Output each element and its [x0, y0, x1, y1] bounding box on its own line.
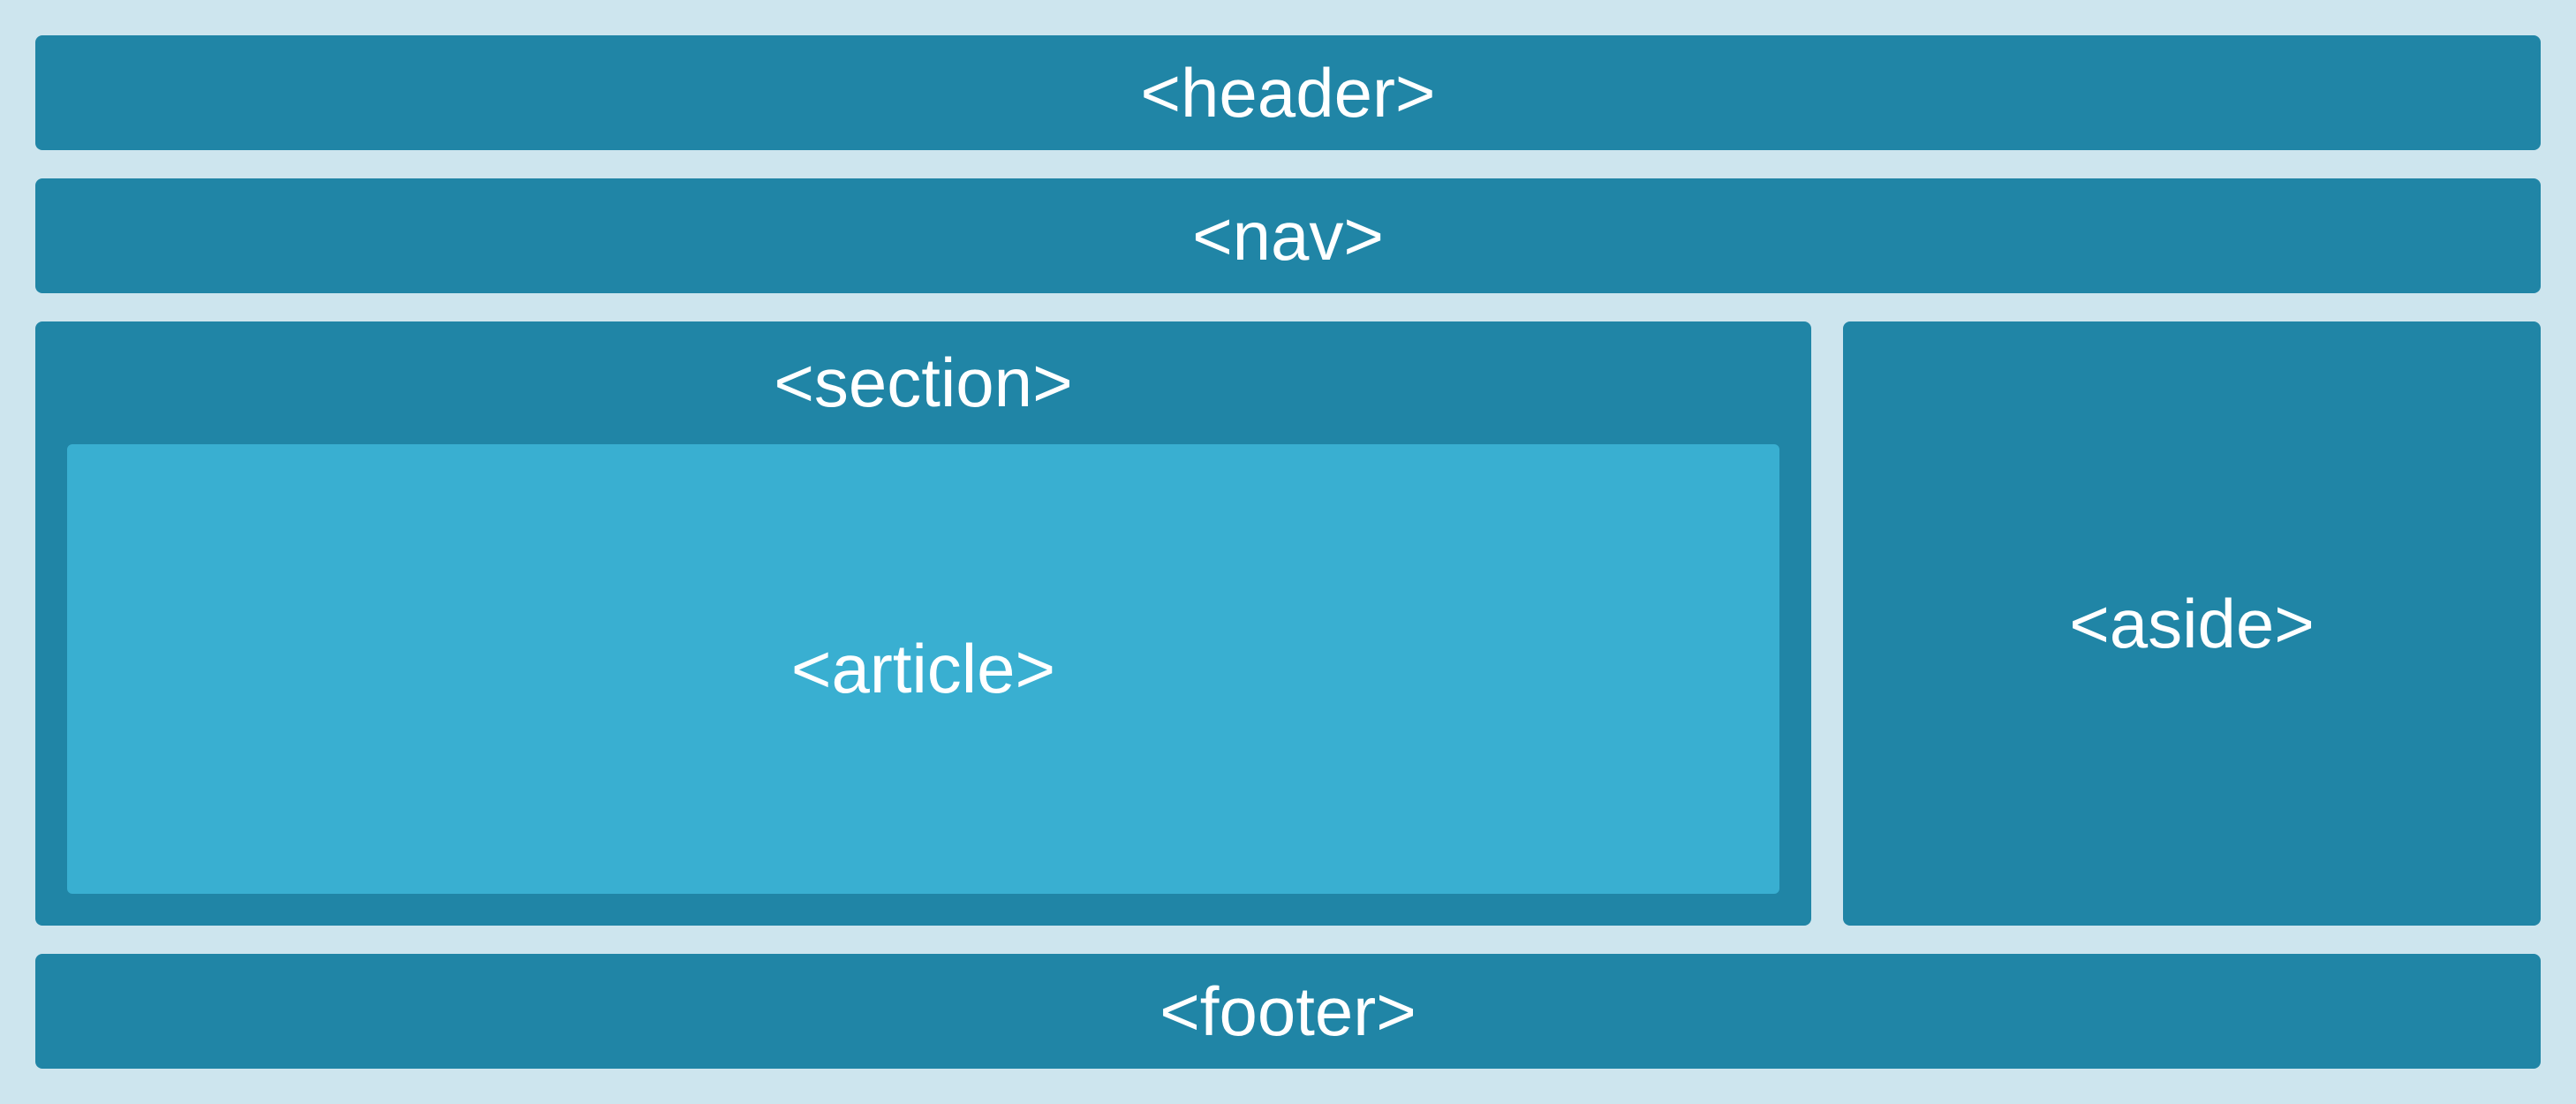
footer-block: <footer>: [35, 954, 2541, 1069]
header-label: <header>: [1141, 53, 1436, 133]
header-block: <header>: [35, 35, 2541, 150]
layout-diagram: <header> <nav> <section> <article> <asid…: [35, 35, 2541, 1069]
article-label: <article>: [791, 629, 1055, 709]
aside-block: <aside>: [1843, 321, 2541, 926]
nav-label: <nav>: [1192, 196, 1384, 276]
footer-label: <footer>: [1160, 972, 1416, 1052]
middle-row: <section> <article> <aside>: [35, 321, 2541, 926]
nav-block: <nav>: [35, 178, 2541, 293]
article-block: <article>: [67, 444, 1779, 894]
section-block: <section> <article>: [35, 321, 1811, 926]
aside-label: <aside>: [2069, 584, 2315, 664]
section-label: <section>: [67, 343, 1779, 423]
